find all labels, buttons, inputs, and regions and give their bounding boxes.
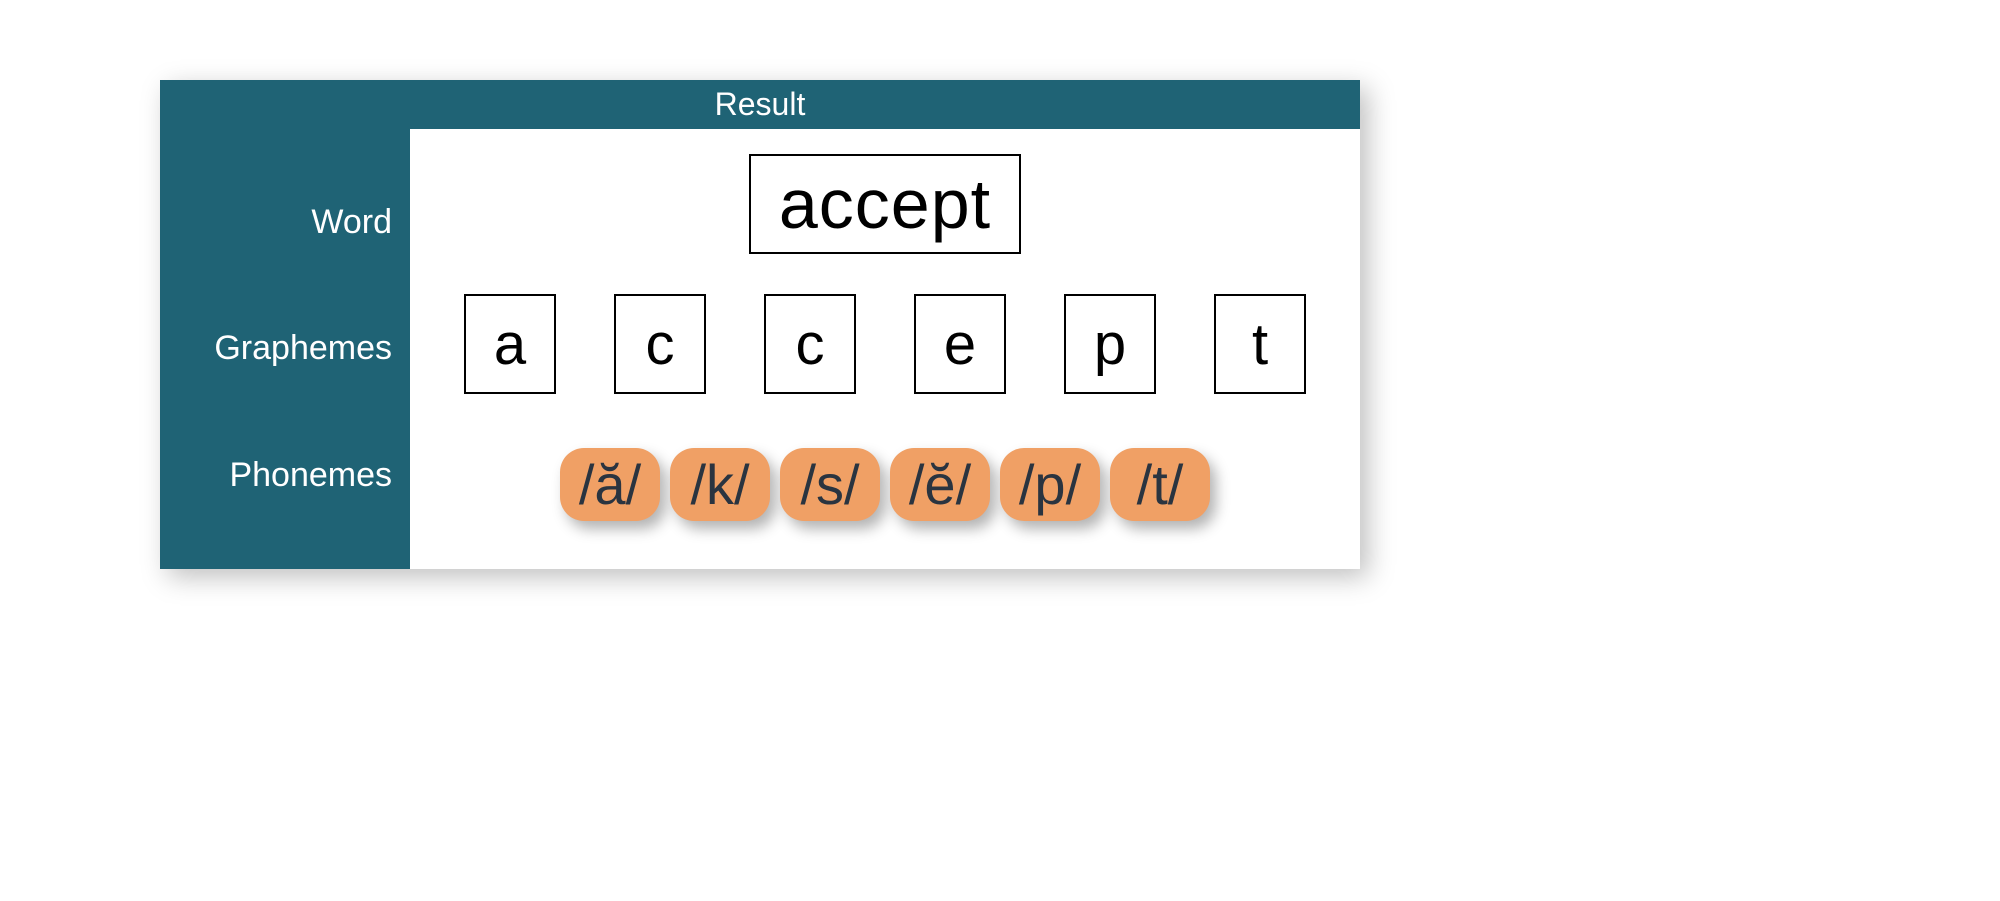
phoneme-box: /p/ [1000,448,1100,521]
grapheme-box: e [914,294,1006,394]
panel-content: accept a c c e p t /ă/ /k/ /s/ /ĕ/ /p/ /… [410,129,1360,569]
phoneme-box: /t/ [1110,448,1210,521]
phoneme-box: /ĕ/ [890,448,990,521]
grapheme-box: c [764,294,856,394]
grapheme-box: c [614,294,706,394]
phonemes-row: /ă/ /k/ /s/ /ĕ/ /p/ /t/ [440,429,1330,539]
word-box: accept [749,154,1021,254]
label-graphemes: Graphemes [214,289,392,409]
graphemes-row: a c c e p t [440,289,1330,399]
phoneme-box: /k/ [670,448,770,521]
panel-header: Result [160,80,1360,129]
grapheme-box: p [1064,294,1156,394]
word-row: accept [440,149,1330,259]
row-labels: Word Graphemes Phonemes [160,129,410,569]
result-panel: Result Word Graphemes Phonemes accept a … [160,80,1360,569]
phoneme-box: /ă/ [560,448,660,521]
grapheme-box: a [464,294,556,394]
grapheme-box: t [1214,294,1306,394]
panel-body: Word Graphemes Phonemes accept a c c e p… [160,129,1360,569]
label-phonemes: Phonemes [229,416,392,536]
label-word: Word [311,162,392,282]
phoneme-box: /s/ [780,448,880,521]
